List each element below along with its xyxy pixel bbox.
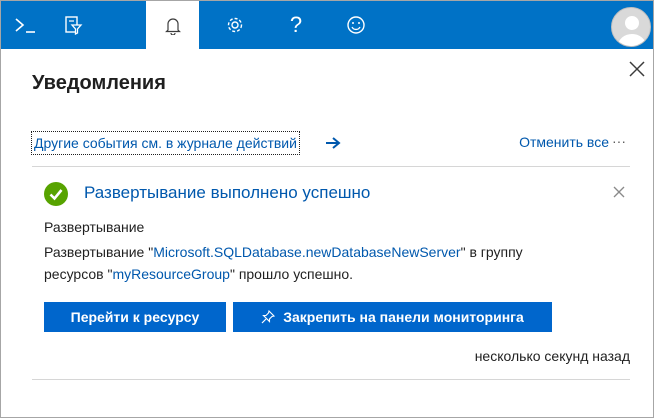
- divider-top: [32, 166, 630, 167]
- settings-button[interactable]: [211, 1, 259, 49]
- activity-log-link[interactable]: Другие события см. в журнале действий: [31, 131, 300, 155]
- cloud-shell-button[interactable]: [1, 1, 49, 49]
- notification-body: Развертывание "Microsoft.SQLDatabase.new…: [44, 241, 544, 285]
- panel-title: Уведомления: [32, 72, 166, 94]
- top-navigation-bar: ?: [1, 1, 653, 50]
- body-prefix: Развертывание ": [44, 244, 154, 260]
- feedback-smiley-icon: [347, 16, 365, 34]
- directory-filter-icon: [65, 16, 83, 35]
- pin-to-dashboard-label: Закрепить на панели мониторинга: [283, 309, 524, 325]
- directory-filter-button[interactable]: [49, 1, 97, 49]
- dismiss-all-button[interactable]: Отменить все: [519, 134, 609, 150]
- help-icon: ?: [289, 12, 303, 37]
- arrow-right-icon[interactable]: [325, 136, 341, 150]
- bell-icon: [164, 17, 181, 35]
- notification-subtitle: Развертывание: [44, 219, 145, 235]
- notification-title[interactable]: Развертывание выполнено успешно: [84, 183, 370, 203]
- success-check-icon: [44, 182, 68, 206]
- body-suffix: " прошло успешно.: [229, 266, 354, 282]
- help-button[interactable]: ?: [272, 1, 320, 49]
- feedback-button[interactable]: [332, 1, 380, 49]
- gear-icon: [227, 17, 243, 33]
- pin-icon: [261, 310, 276, 324]
- dismiss-notification-icon[interactable]: [612, 185, 626, 199]
- divider-bottom: [32, 379, 630, 380]
- notification-timestamp: несколько секунд назад: [474, 348, 630, 364]
- cloud-shell-icon: [15, 18, 35, 33]
- user-avatar[interactable]: [611, 7, 651, 47]
- go-to-resource-label: Перейти к ресурсу: [70, 309, 200, 325]
- resource-group-link[interactable]: myResourceGroup: [112, 266, 230, 282]
- pin-to-dashboard-button[interactable]: Закрепить на панели мониторинга: [233, 302, 552, 332]
- go-to-resource-button[interactable]: Перейти к ресурсу: [44, 302, 226, 332]
- more-options-icon[interactable]: ···: [612, 133, 626, 149]
- deployment-name-link[interactable]: Microsoft.SQLDatabase.newDatabaseNewServ…: [153, 244, 460, 260]
- notifications-button[interactable]: [146, 1, 199, 50]
- close-panel-icon[interactable]: [626, 58, 648, 80]
- user-avatar-icon: [618, 16, 646, 46]
